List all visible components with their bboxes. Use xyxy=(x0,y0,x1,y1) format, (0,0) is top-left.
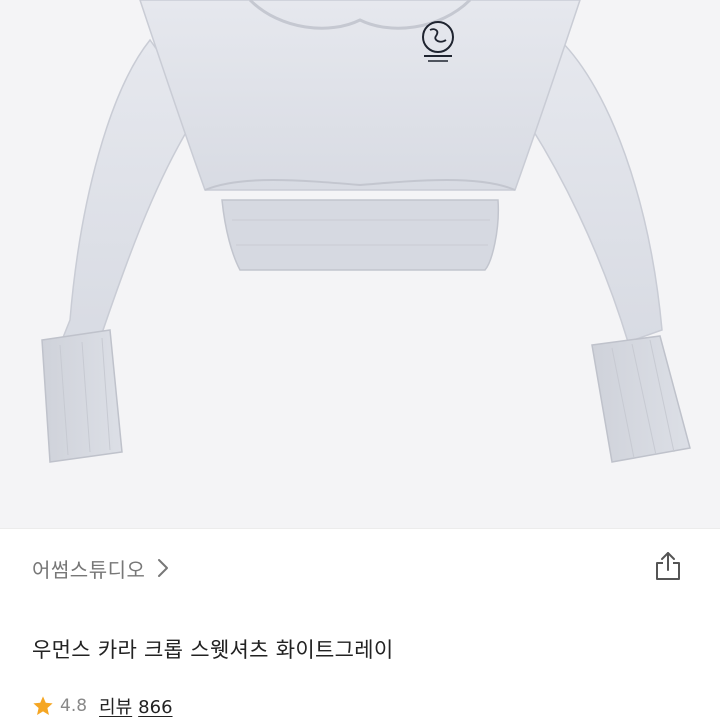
rating-value: 4.8 xyxy=(60,696,88,716)
chevron-right-icon xyxy=(157,558,169,578)
product-title: 우먼스 카라 크롭 스웻셔츠 화이트그레이 xyxy=(32,638,394,662)
review-count: 866 xyxy=(138,697,173,718)
share-icon xyxy=(652,550,684,586)
sweatshirt-photo xyxy=(41,0,691,463)
product-image[interactable] xyxy=(0,0,720,528)
star-icon xyxy=(32,695,54,717)
brand-name: 어썸스튜디오 xyxy=(32,557,146,582)
review-link[interactable]: 리뷰 866 xyxy=(99,693,172,719)
product-detail-page: 어썸스튜디오 우먼스 카라 크롭 스웻셔츠 화이트그레이 4.8 리뷰 866 xyxy=(0,0,720,720)
divider xyxy=(0,528,720,529)
brand-link[interactable]: 어썸스튜디오 xyxy=(32,548,169,588)
share-button[interactable] xyxy=(648,548,688,588)
rating-row: 4.8 리뷰 866 xyxy=(32,690,173,720)
review-label: 리뷰 xyxy=(99,697,133,718)
